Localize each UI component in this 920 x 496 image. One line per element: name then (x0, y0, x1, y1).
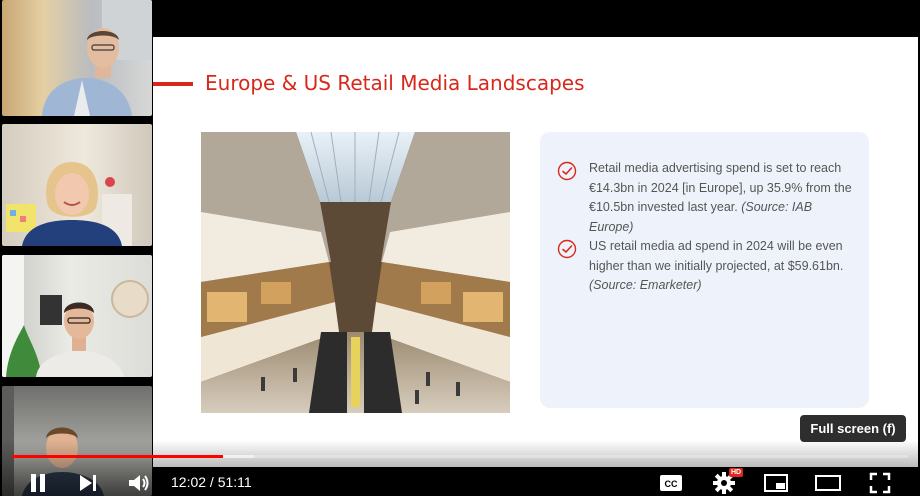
check-circle-icon (557, 239, 577, 259)
shopping-mall-photo (201, 132, 510, 413)
bullet-source: (Source: Emarketer) (589, 278, 702, 292)
current-time: 12:02 (171, 474, 207, 490)
participant-3-avatar (2, 255, 149, 377)
volume-button[interactable] (126, 470, 152, 496)
participant-gallery (0, 0, 153, 496)
participant-video-3 (2, 255, 152, 377)
miniplayer-icon (764, 474, 788, 492)
bullet-item: US retail media ad spend in 2024 will be… (557, 237, 859, 296)
theater-mode-button[interactable] (815, 470, 841, 496)
bullet-body: Retail media advertising spend is set to… (589, 161, 852, 214)
captions-button[interactable]: CC (658, 470, 684, 496)
duration: 51:11 (217, 474, 252, 490)
progress-bar[interactable] (12, 455, 908, 458)
info-card: Retail media advertising spend is set to… (540, 132, 869, 408)
volume-icon (129, 475, 149, 491)
theater-icon (815, 475, 841, 491)
time-separator: / (206, 474, 218, 490)
captions-icon: CC (660, 475, 682, 491)
progress-played (12, 455, 223, 458)
participant-video-1 (2, 0, 152, 116)
miniplayer-button[interactable] (763, 470, 789, 496)
next-icon (80, 475, 96, 491)
bullet-body: US retail media ad spend in 2024 will be… (589, 239, 844, 273)
participant-2-avatar (6, 162, 132, 246)
video-player[interactable]: Europe & US Retail Media Landscapes Reta… (0, 0, 920, 496)
bullet-text: US retail media ad spend in 2024 will be… (589, 237, 859, 296)
participant-video-2 (2, 124, 152, 246)
participant-1-avatar (42, 0, 152, 116)
hd-badge: HD (729, 468, 744, 477)
presentation-slide: Europe & US Retail Media Landscapes Reta… (153, 37, 918, 467)
bullet-item: Retail media advertising spend is set to… (557, 159, 859, 237)
next-button[interactable] (76, 470, 100, 496)
time-display: 12:02 / 51:11 (171, 474, 252, 490)
slide-title: Europe & US Retail Media Landscapes (205, 71, 585, 95)
svg-text:CC: CC (665, 479, 678, 489)
title-accent-rule (153, 82, 193, 86)
fullscreen-tooltip: Full screen (f) (800, 415, 906, 442)
bullet-text: Retail media advertising spend is set to… (589, 159, 859, 237)
pause-icon (31, 474, 45, 492)
check-circle-icon (557, 161, 577, 181)
fullscreen-icon (869, 472, 891, 494)
fullscreen-button[interactable] (867, 470, 893, 496)
pause-button[interactable] (25, 470, 51, 496)
